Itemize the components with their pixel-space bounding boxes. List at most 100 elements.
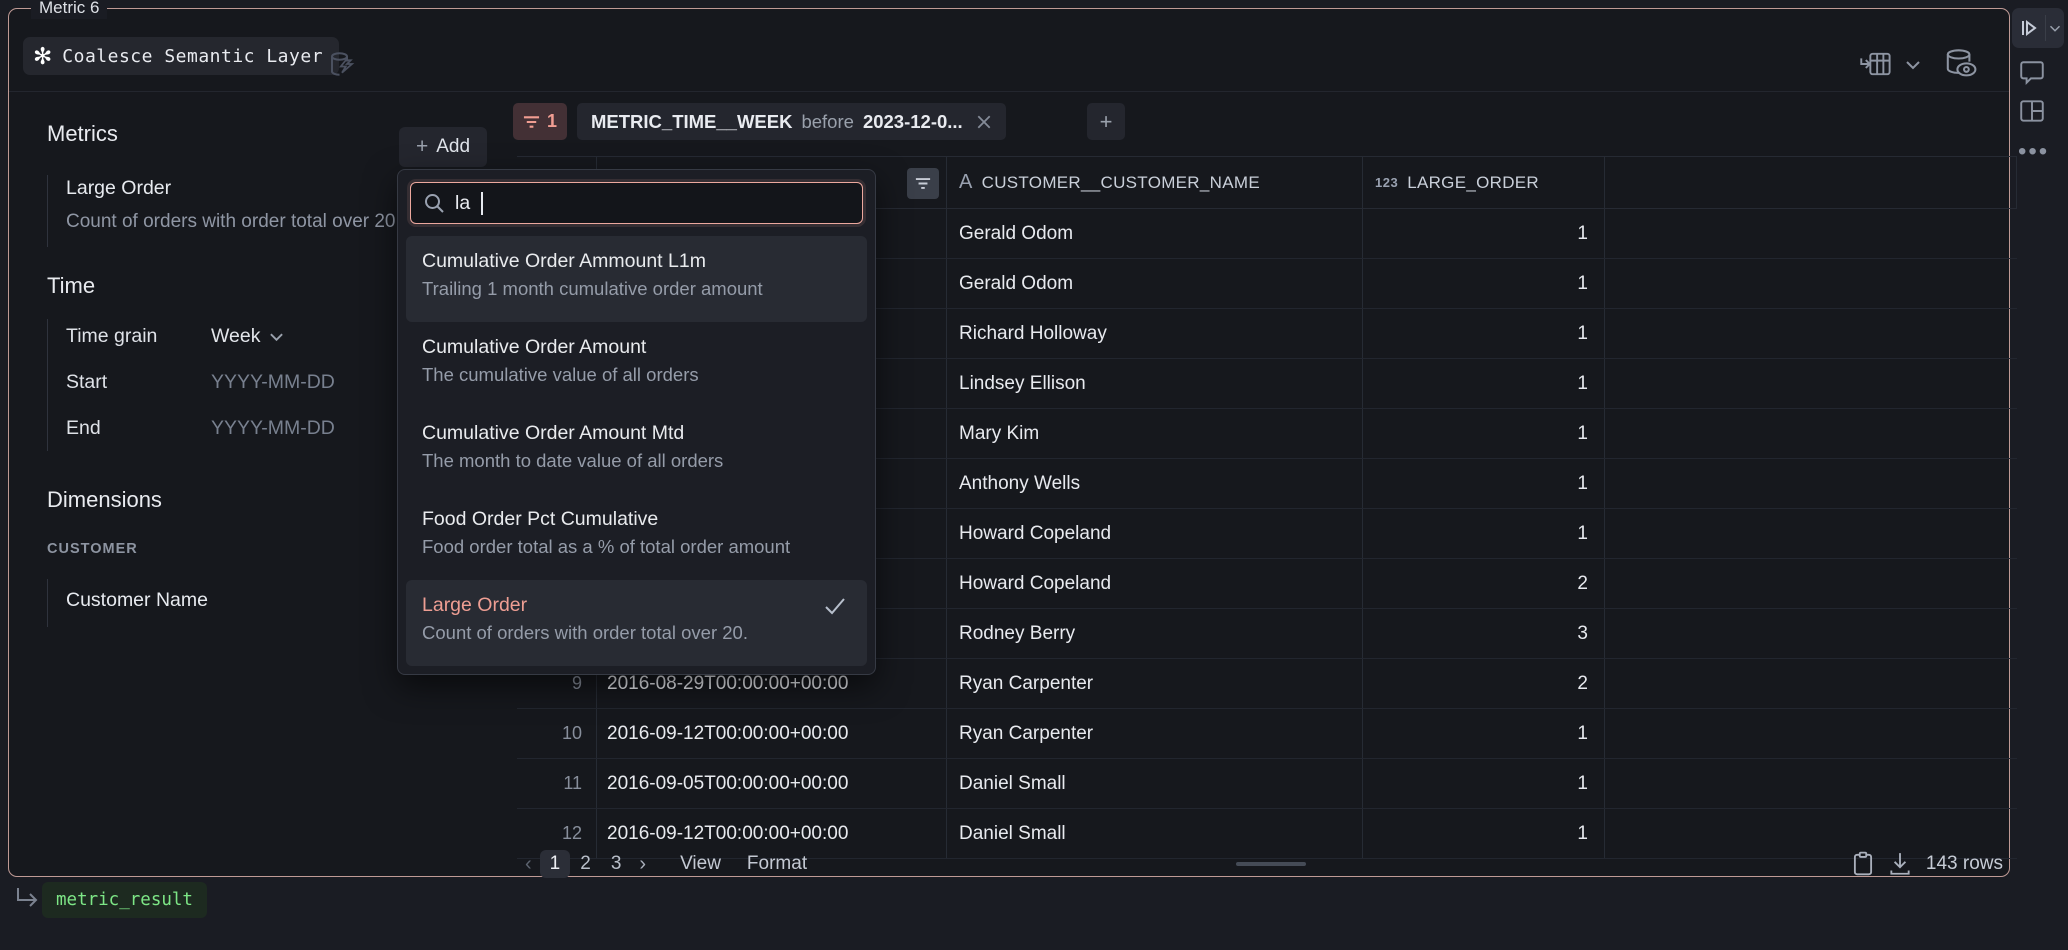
filter-icon	[523, 115, 540, 129]
cell-value: 2	[1363, 559, 1605, 608]
layout-columns-icon[interactable]	[2018, 98, 2046, 124]
cell-empty	[1605, 659, 2017, 708]
run-cell-button[interactable]	[2012, 8, 2064, 48]
cell-empty	[1605, 509, 2017, 558]
source-pill[interactable]: ✻ Coalesce Semantic Layer	[23, 37, 339, 75]
output-variable-name: metric_result	[56, 890, 193, 910]
metric-option[interactable]: Cumulative Order Ammount L1m Trailing 1 …	[406, 236, 867, 322]
view-menu[interactable]: View	[680, 853, 721, 875]
run-icon	[2012, 19, 2045, 37]
time-grain-select[interactable]: Week	[211, 325, 284, 348]
metric-description: Count of orders with order total over 20…	[66, 211, 401, 233]
comment-icon[interactable]	[2018, 60, 2046, 86]
page-button-3[interactable]: 3	[601, 850, 632, 878]
metric-item-rule	[47, 175, 48, 247]
title-divider	[9, 91, 2009, 92]
plus-icon: +	[416, 135, 428, 159]
cell-name: Daniel Small	[947, 759, 1363, 808]
cell-empty	[1605, 759, 2017, 808]
name-column-header[interactable]: A CUSTOMER__CUSTOMER_NAME	[947, 157, 1363, 208]
text-type-icon: A	[959, 171, 973, 194]
cell-value: 2	[1363, 659, 1605, 708]
time-group-rule	[47, 319, 48, 451]
output-variable-pill[interactable]: metric_result	[42, 882, 207, 918]
add-metric-button[interactable]: + Add	[399, 127, 487, 167]
end-date-input[interactable]: YYYY-MM-DD	[211, 417, 335, 440]
cell-name: Ryan Carpenter	[947, 709, 1363, 758]
cell-name: Ryan Carpenter	[947, 659, 1363, 708]
cell-name: Rodney Berry	[947, 609, 1363, 658]
dimension-item-rule	[47, 579, 48, 627]
option-description: The cumulative value of all orders	[422, 361, 851, 388]
add-label: Add	[436, 136, 470, 158]
cell-value: 1	[1363, 509, 1605, 558]
format-menu[interactable]: Format	[747, 853, 807, 875]
metric-option-selected[interactable]: Large Order Count of orders with order t…	[406, 580, 867, 666]
filter-count-chip[interactable]: 1	[513, 103, 567, 140]
next-page-button[interactable]: ›	[631, 853, 654, 876]
dimension-item[interactable]: Customer Name	[66, 589, 208, 612]
value-column-header[interactable]: 123 LARGE_ORDER	[1363, 157, 1605, 208]
start-date-input[interactable]: YYYY-MM-DD	[211, 371, 335, 394]
chevron-down-icon[interactable]	[1905, 59, 1921, 71]
cell-empty	[1605, 609, 2017, 658]
more-options-icon[interactable]: •••	[2018, 138, 2049, 166]
metric-name[interactable]: Large Order	[66, 177, 171, 200]
dimensions-heading: Dimensions	[47, 487, 162, 513]
preview-data-icon[interactable]	[1943, 47, 1979, 81]
cell-value: 1	[1363, 409, 1605, 458]
option-title: Cumulative Order Amount	[422, 333, 851, 361]
cell-empty	[1605, 559, 2017, 608]
remove-filter-icon[interactable]	[976, 114, 992, 130]
cell-date: 2016-09-05T00:00:00+00:00	[597, 759, 947, 808]
filter-icon	[915, 177, 931, 190]
metric-option[interactable]: Cumulative Order Amount The cumulative v…	[406, 322, 867, 408]
database-edit-icon[interactable]	[327, 49, 357, 79]
cell-value: 1	[1363, 459, 1605, 508]
cell-value: 1	[1363, 309, 1605, 358]
cell-empty	[1605, 459, 2017, 508]
option-description: The month to date value of all orders	[422, 447, 851, 474]
download-icon[interactable]	[1888, 851, 1912, 877]
filter-operator: before	[801, 111, 853, 133]
text-caret	[481, 192, 483, 215]
metrics-heading: Metrics	[47, 121, 118, 147]
copy-table-icon[interactable]	[1852, 851, 1874, 877]
dimension-group-label: CUSTOMER	[47, 541, 138, 557]
checkmark-icon	[823, 596, 847, 616]
footer-right: 143 rows	[1852, 851, 2017, 877]
filter-value: 2023-12-0...	[863, 111, 963, 133]
cell-title: Metric 6	[31, 0, 107, 19]
page-button-2[interactable]: 2	[570, 850, 601, 878]
end-label: End	[66, 417, 101, 440]
run-options-chevron-icon[interactable]	[2046, 24, 2064, 33]
cell-value: 1	[1363, 209, 1605, 258]
horizontal-scrollbar[interactable]	[1236, 862, 1306, 866]
filter-pill[interactable]: METRIC_TIME__WEEK before 2023-12-0...	[577, 103, 1006, 140]
row-count: 143 rows	[1926, 853, 2003, 875]
send-to-table-icon[interactable]	[1859, 49, 1893, 79]
option-description: Trailing 1 month cumulative order amount	[422, 275, 851, 302]
cell-date: 2016-09-12T00:00:00+00:00	[597, 709, 947, 758]
number-type-icon: 123	[1375, 175, 1398, 190]
page-button-1[interactable]: 1	[540, 850, 571, 878]
option-description: Food order total as a % of total order a…	[422, 533, 851, 560]
option-title: Food Order Pct Cumulative	[422, 505, 851, 533]
source-label: Coalesce Semantic Layer	[62, 46, 323, 67]
cell-name: Howard Copeland	[947, 509, 1363, 558]
metric-search-input[interactable]: la	[410, 182, 863, 224]
cell-name: Anthony Wells	[947, 459, 1363, 508]
table-row[interactable]: 11 2016-09-05T00:00:00+00:00 Daniel Smal…	[517, 759, 2017, 809]
metric-option[interactable]: Cumulative Order Amount Mtd The month to…	[406, 408, 867, 494]
metric-option[interactable]: Food Order Pct Cumulative Food order tot…	[406, 494, 867, 580]
search-icon	[423, 192, 445, 214]
cell-value: 3	[1363, 609, 1605, 658]
chevron-down-icon	[269, 332, 284, 342]
time-grain-value: Week	[211, 325, 261, 348]
prev-page-button[interactable]: ‹	[517, 853, 540, 876]
column-filter-button[interactable]	[907, 168, 939, 199]
table-row[interactable]: 10 2016-09-12T00:00:00+00:00 Ryan Carpen…	[517, 709, 2017, 759]
metric-search-dropdown: la Cumulative Order Ammount L1m Trailing…	[397, 169, 876, 675]
add-filter-button[interactable]: +	[1087, 103, 1125, 140]
filter-field: METRIC_TIME__WEEK	[591, 111, 792, 133]
